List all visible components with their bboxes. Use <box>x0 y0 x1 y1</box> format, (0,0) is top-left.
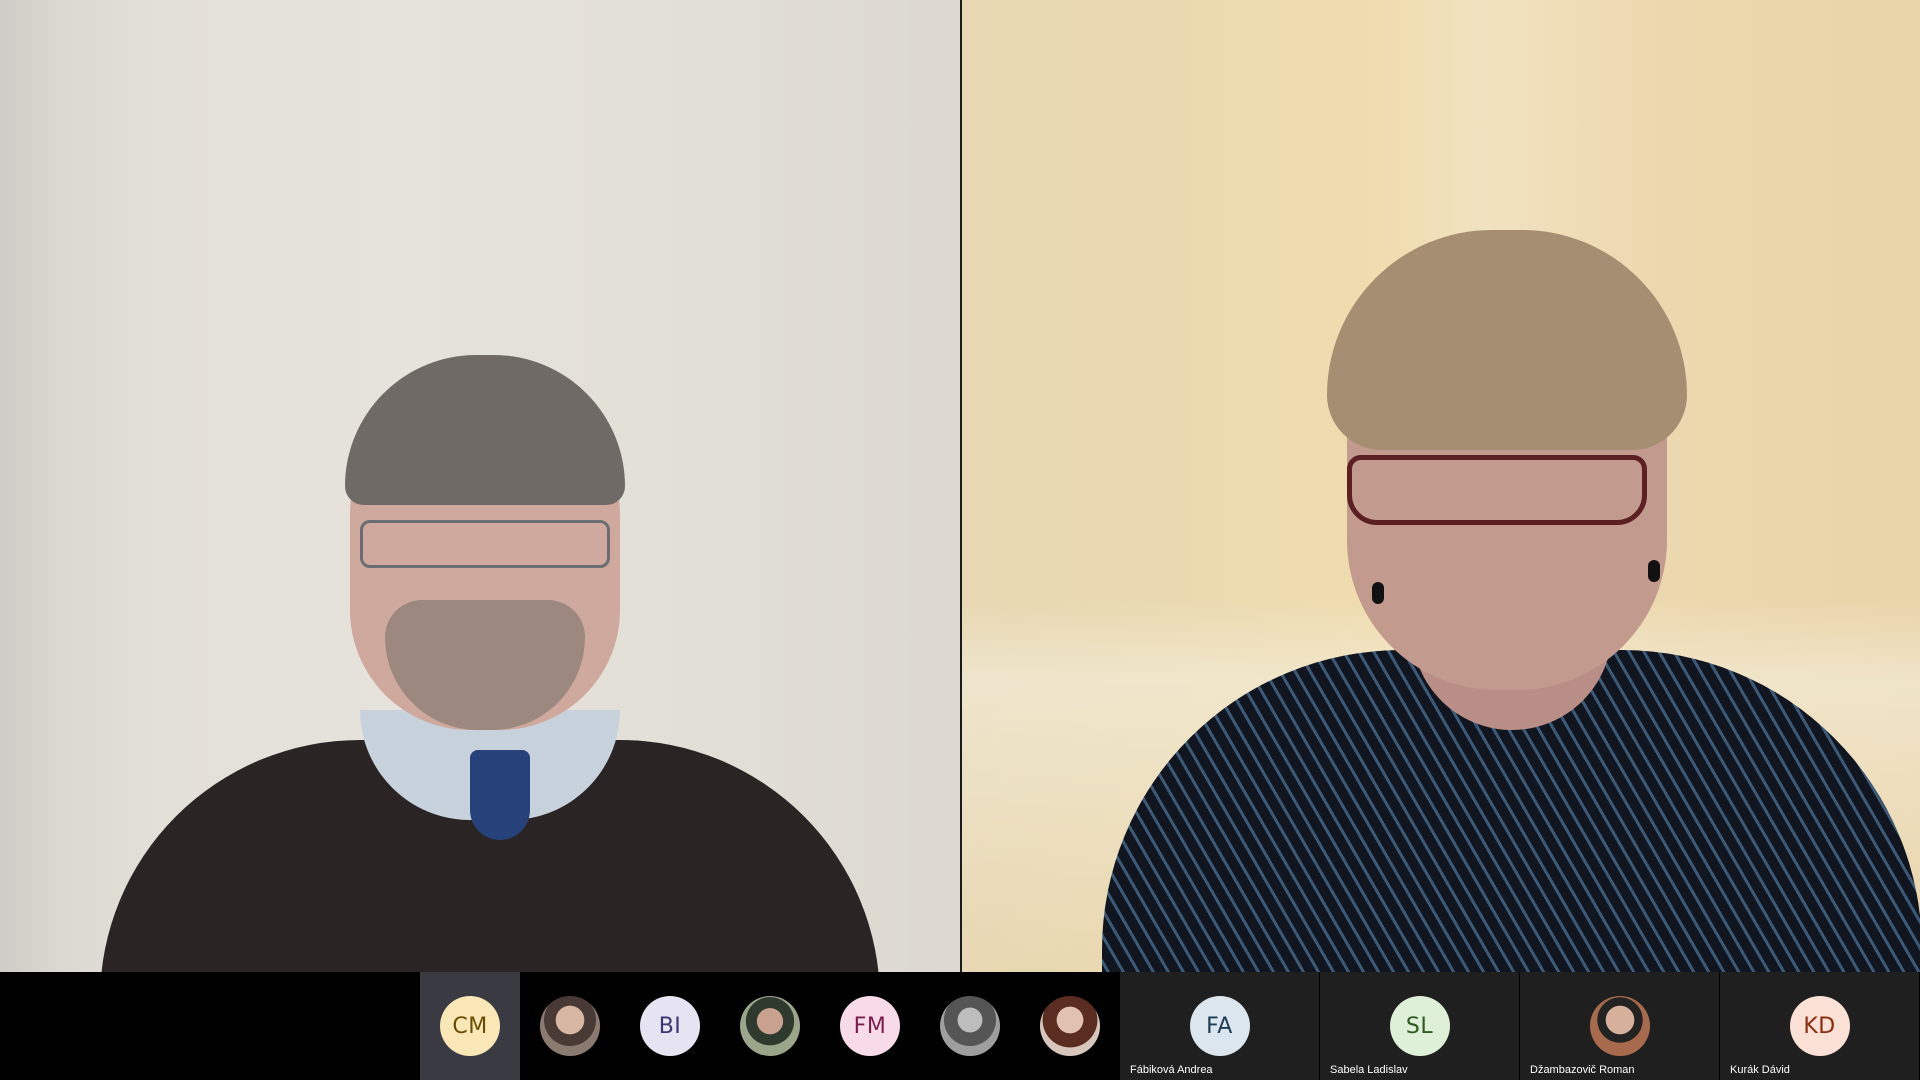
avatar-initials: FM <box>853 1013 887 1039</box>
avatar: SL <box>1389 996 1450 1056</box>
meeting-window: CM BI FM FA Fábiková Andrea SL Sabela Ladislav… <box>0 0 1920 1080</box>
participant-avatar-slot[interactable] <box>720 972 820 1080</box>
video-tile-participant-1[interactable] <box>0 0 960 972</box>
participant-2-earring-right <box>1648 560 1660 582</box>
participant-tile[interactable]: SL Sabela Ladislav <box>1320 972 1519 1080</box>
avatar-initials: BI <box>658 1013 682 1039</box>
participant-name-label: Džambazovič Roman <box>1530 1064 1635 1076</box>
avatar: CM <box>440 996 500 1056</box>
participant-tile[interactable]: FA Fábiková Andrea <box>1120 972 1319 1080</box>
participant-avatar-slot[interactable] <box>1020 972 1120 1080</box>
participant-1-tie <box>470 750 530 840</box>
video-stage <box>0 0 1920 972</box>
avatar: FA <box>1189 996 1250 1056</box>
participant-2-earring-left <box>1372 582 1384 604</box>
participant-avatar-slot[interactable]: CM <box>420 972 520 1080</box>
participant-name-label: Sabela Ladislav <box>1330 1064 1408 1076</box>
video-tile-participant-2[interactable] <box>962 0 1920 972</box>
avatar: BI <box>640 996 700 1056</box>
participant-name-label: Fábiková Andrea <box>1130 1064 1213 1076</box>
user-photo-icon <box>1040 996 1100 1056</box>
user-photo-icon <box>940 996 1000 1056</box>
participant-avatar-slot[interactable] <box>520 972 620 1080</box>
participant-1-hair <box>345 355 625 505</box>
avatar-initials: KD <box>1803 1013 1836 1039</box>
participant-avatar-slot[interactable]: BI <box>620 972 720 1080</box>
participant-2-hair <box>1327 230 1687 450</box>
participant-tile[interactable]: KD Kurák Dávid <box>1720 972 1919 1080</box>
participant-strip-list: CM BI FM FA Fábiková Andrea SL Sabela Ladislav… <box>420 972 1920 1080</box>
user-photo-icon <box>740 996 800 1056</box>
avatar-initials: CM <box>452 1013 488 1039</box>
participant-1-glasses <box>360 520 610 568</box>
user-photo-icon <box>540 996 600 1056</box>
participant-avatar-slot[interactable]: FM <box>820 972 920 1080</box>
participant-avatar-slot[interactable] <box>920 972 1020 1080</box>
avatar-initials: FA <box>1206 1013 1233 1039</box>
avatar: KD <box>1789 996 1850 1056</box>
participant-name-label: Kurák Dávid <box>1730 1064 1790 1076</box>
participant-tile[interactable]: Džambazovič Roman <box>1520 972 1719 1080</box>
user-photo-icon <box>1589 996 1650 1056</box>
participant-strip: CM BI FM FA Fábiková Andrea SL Sabela Ladislav… <box>0 972 1920 1080</box>
avatar-initials: SL <box>1405 1013 1434 1039</box>
avatar: FM <box>840 996 900 1056</box>
participant-2-glasses <box>1347 455 1647 525</box>
